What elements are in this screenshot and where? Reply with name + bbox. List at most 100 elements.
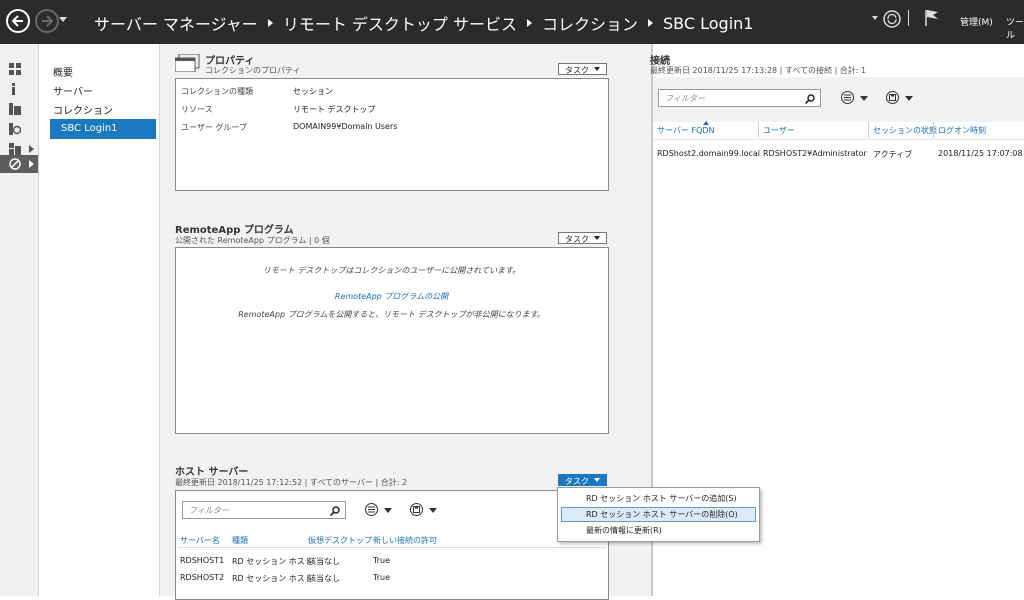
column-header-type[interactable]: 種類 [232, 535, 248, 546]
breadcrumb-rds[interactable]: リモート デスクトップ サービス [283, 11, 517, 35]
column-separator[interactable] [758, 122, 759, 138]
task-context-menu: RD セッション ホスト サーバーの追加(S) RD セッション ホスト サーバ… [557, 487, 760, 542]
property-key: ユーザー グループ [181, 123, 247, 132]
history-dropdown-icon[interactable] [59, 17, 67, 22]
remote-desktop-icon [9, 158, 21, 170]
column-header-server-name[interactable]: サーバー名 [180, 535, 220, 546]
table-row[interactable]: RDSHOST2 RD セッション ホスト 該当なし True [176, 572, 608, 586]
property-key: コレクションの種類 [181, 87, 253, 96]
remoteapp-task-button[interactable]: タスク [558, 232, 607, 244]
host-servers-task-button[interactable]: タスク [558, 474, 607, 486]
breadcrumb-separator-icon [267, 19, 273, 27]
remoteapp-publish-link[interactable]: RemoteApp プログラムの公開 [176, 291, 607, 302]
menu-item-label: RD セッション ホスト サーバーの削除(O) [586, 510, 738, 519]
properties-panel: コレクションの種類 セッション リソース リモート デスクトップ ユーザー グル… [175, 78, 609, 191]
breadcrumb-collections[interactable]: コレクション [542, 11, 638, 35]
filter-placeholder: フィルター [189, 506, 229, 515]
menu-item-add-rdsh-server[interactable]: RD セッション ホスト サーバーの追加(S) [561, 491, 756, 506]
nav-item-servers[interactable]: サーバー [53, 83, 93, 98]
list-options-icon[interactable] [841, 91, 854, 104]
property-value: セッション [293, 87, 333, 96]
host-servers-filter-input[interactable]: フィルター [182, 501, 346, 519]
header-divider [178, 547, 606, 548]
list-options-dropdown-icon[interactable] [384, 508, 392, 513]
host-servers-title: ホスト サーバー [175, 467, 249, 478]
menu-item-refresh[interactable]: 最新の情報に更新(R) [561, 523, 756, 538]
file-storage-icon [9, 123, 21, 135]
task-button-label: タスク [565, 66, 589, 75]
column-header-server-fqdn[interactable]: サーバー FQDN [657, 125, 715, 136]
save-query-icon[interactable] [886, 91, 899, 104]
column-header-logon-time[interactable]: ログオン時刻 [938, 125, 986, 136]
search-icon[interactable] [805, 94, 815, 104]
chevron-down-icon [594, 67, 600, 71]
rail-file-storage[interactable] [0, 120, 38, 138]
column-header-user[interactable]: ユーザー [763, 125, 795, 136]
task-button-label: タスク [565, 235, 589, 244]
nav-item-collections[interactable]: コレクション [53, 102, 113, 117]
breadcrumb: サーバー マネージャー リモート デスクトップ サービス コレクション SBC … [94, 11, 753, 35]
filter-placeholder: フィルター [665, 94, 705, 103]
sort-ascending-icon [703, 121, 709, 125]
flag-icon[interactable] [924, 9, 940, 30]
cell-server-fqdn: RDShost2.domain99.local [657, 149, 761, 158]
rail-dashboard[interactable] [0, 60, 38, 78]
save-query-dropdown-icon[interactable] [429, 508, 437, 513]
title-bar: サーバー マネージャー リモート デスクトップ サービス コレクション SBC … [0, 0, 1024, 44]
column-header-allow-new-connections[interactable]: 新しい接続の許可 [373, 535, 437, 546]
cell-server-name: RDSHOST2 [180, 573, 225, 582]
table-row[interactable]: RDShost2.domain99.local RDSHOST2¥Adminis… [653, 147, 1024, 161]
dashboard-icon [9, 63, 21, 75]
menu-item-remove-rdsh-server[interactable]: RD セッション ホスト サーバーの削除(O) [561, 507, 756, 522]
nav-item-sbc-login1[interactable]: SBC Login1 [50, 119, 156, 139]
cell-type: RD セッション ホスト [232, 557, 313, 566]
forward-icon[interactable] [35, 9, 59, 33]
remoteapp-message: リモート デスクトップはコレクションのユーザーに公開されています。 [262, 266, 521, 275]
rail-all-servers[interactable] [0, 100, 38, 118]
search-icon[interactable] [330, 506, 340, 516]
header-divider [653, 139, 1024, 140]
breadcrumb-separator-icon [648, 19, 654, 27]
tools-menu[interactable]: ツール [1006, 15, 1024, 41]
connections-toolbar: フィルター [653, 77, 1024, 122]
cell-type: RD セッション ホスト [232, 574, 313, 583]
table-row[interactable]: RDSHOST1 RD セッション ホスト 該当なし True [176, 555, 608, 569]
property-value: リモート デスクトップ [293, 105, 376, 114]
icon-rail [0, 44, 39, 596]
navigation-pane: 概要 サーバー コレクション SBC Login1 [39, 44, 160, 596]
breadcrumb-separator-icon [527, 19, 532, 27]
manage-menu[interactable]: 管理(M) [960, 15, 993, 28]
refresh-icon[interactable] [870, 10, 902, 31]
toolbar-divider [908, 10, 909, 26]
column-header-virtual-desktop[interactable]: 仮想デスクトップ [308, 535, 372, 546]
rail-local-server[interactable] [0, 80, 38, 98]
breadcrumb-server-manager[interactable]: サーバー マネージャー [94, 11, 258, 35]
cell-user: RDSHOST2¥Administrator [763, 149, 867, 158]
expand-arrow-icon[interactable] [29, 160, 34, 168]
nav-item-overview[interactable]: 概要 [53, 64, 73, 79]
list-options-icon[interactable] [365, 503, 378, 516]
cell-virtual-desktop: 該当なし [308, 557, 340, 566]
properties-subtitle: コレクションのプロパティ [205, 66, 301, 75]
save-query-icon[interactable] [410, 503, 423, 516]
save-query-dropdown-icon[interactable] [905, 96, 913, 101]
list-options-dropdown-icon[interactable] [860, 96, 868, 101]
property-value: DOMAIN99¥Domain Users [293, 122, 398, 131]
connections-filter-input[interactable]: フィルター [658, 89, 821, 107]
property-key: リソース [181, 105, 213, 114]
rail-remote-desktop[interactable] [0, 155, 38, 173]
properties-task-button[interactable]: タスク [558, 63, 607, 75]
remoteapp-subtitle: 公開された RemoteApp プログラム | 0 個 [175, 236, 330, 245]
column-separator[interactable] [868, 122, 869, 138]
remoteapp-note: RemoteApp プログラムを公開すると、リモート デスクトップが非公開になり… [238, 310, 545, 319]
host-servers-panel: フィルター サーバー名 種類 仮想デスクトップ 新しい接続の許可 RDSHOST… [175, 490, 609, 600]
task-button-label: タスク [565, 477, 589, 486]
back-icon[interactable] [6, 9, 30, 33]
menu-item-label: 最新の情報に更新(R) [586, 526, 662, 535]
remoteapp-title: RemoteApp プログラム [175, 225, 294, 236]
column-separator[interactable] [933, 122, 934, 138]
remoteapp-panel: リモート デスクトップはコレクションのユーザーに公開されています。 Remote… [175, 247, 609, 434]
nav-item-label: SBC Login1 [61, 123, 118, 134]
column-header-session-state[interactable]: セッションの状態 [873, 125, 937, 136]
expand-arrow-icon[interactable] [29, 145, 34, 153]
